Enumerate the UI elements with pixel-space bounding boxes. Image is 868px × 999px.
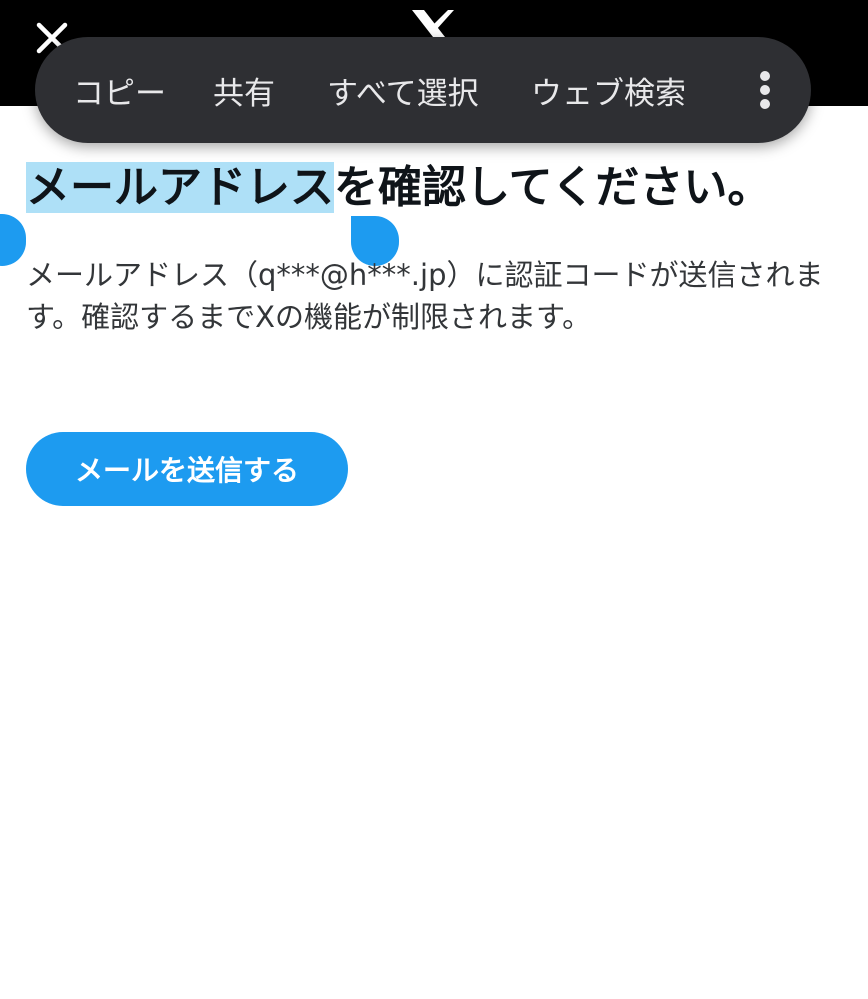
menu-item-select-all[interactable]: すべて選択 (327, 37, 479, 143)
text-selection-menu: コピー 共有 すべて選択 ウェブ検索 (35, 37, 811, 143)
send-email-button[interactable]: メールを送信する (26, 432, 348, 506)
selection-start-handle[interactable] (0, 214, 26, 266)
page-title-rest: を確認してください。 (334, 162, 772, 213)
more-vertical-icon (760, 71, 770, 109)
page-title: メールアドレスを確認してください。 (26, 160, 856, 220)
menu-item-share[interactable]: 共有 (213, 37, 275, 143)
selected-text: メールアドレス (26, 162, 334, 213)
description-text: メールアドレス（q***@h***.jp）に認証コードが送信されます。確認するま… (26, 258, 824, 334)
menu-item-web-search[interactable]: ウェブ検索 (531, 37, 686, 143)
menu-item-copy[interactable]: コピー (73, 37, 166, 143)
more-options-button[interactable] (741, 58, 789, 122)
